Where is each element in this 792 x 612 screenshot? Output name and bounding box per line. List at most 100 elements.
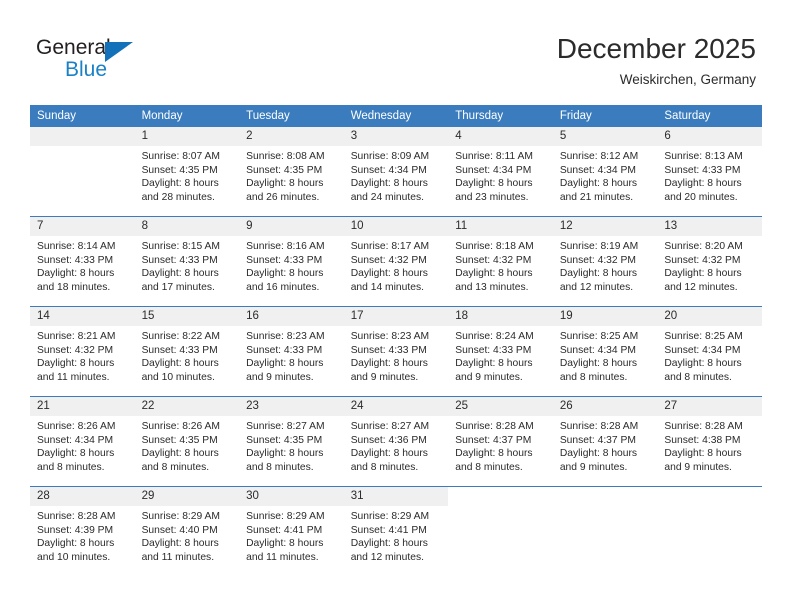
day-detail-line: Sunrise: 8:21 AM: [37, 331, 116, 342]
day-number: 22: [134, 397, 240, 416]
calendar-day-cell[interactable]: 18 Sunrise: 8:24 AM Sunset: 4:33 PM Dayligh…: [448, 306, 553, 397]
day-number: 10: [343, 217, 449, 236]
day-detail-line: Sunrise: 8:12 AM: [559, 151, 639, 162]
day-details: [448, 506, 553, 510]
day-detail-line: Sunset: 4:40 PM: [141, 524, 218, 536]
calendar-day-cell[interactable]: 24 Sunrise: 8:27 AM Sunset: 4:36 PM Dayligh…: [343, 396, 449, 487]
day-number: 29: [134, 487, 240, 506]
day-details: Sunrise: 8:08 AM Sunset: 4:35 PM Daylight:…: [239, 146, 344, 204]
day-detail-line: Sunrise: 8:20 AM: [664, 241, 743, 252]
day-number: 1: [134, 127, 240, 146]
calendar-day-cell[interactable]: 21 Sunrise: 8:26 AM Sunset: 4:34 PM Dayligh…: [30, 396, 135, 487]
calendar-day-cell[interactable]: 14 Sunrise: 8:21 AM Sunset: 4:32 PM Dayligh…: [30, 306, 135, 397]
day-detail-line: Daylight: 8 hours: [559, 358, 638, 370]
calendar-day-cell[interactable]: 31 Sunrise: 8:29 AM Sunset: 4:41 PM Dayligh…: [343, 486, 449, 576]
day-detail-line: Sunrise: 8:18 AM: [455, 241, 534, 252]
day-number: 7: [30, 217, 135, 236]
calendar-day-cell[interactable]: 23 Sunrise: 8:27 AM Sunset: 4:35 PM Dayligh…: [239, 396, 344, 487]
calendar-day-cell[interactable]: 20 Sunrise: 8:25 AM Sunset: 4:34 PM Dayligh…: [657, 306, 762, 397]
day-number: 25: [448, 397, 553, 416]
calendar-day-cell[interactable]: 22 Sunrise: 8:26 AM Sunset: 4:35 PM Dayligh…: [134, 396, 240, 487]
day-detail-line: Sunrise: 8:26 AM: [141, 421, 220, 432]
day-cell-inner: 16 Sunrise: 8:23 AM Sunset: 4:33 PM Dayligh…: [239, 307, 344, 396]
calendar-day-cell[interactable]: 26 Sunrise: 8:28 AM Sunset: 4:37 PM Dayligh…: [552, 396, 658, 487]
day-detail-line: Sunrise: 8:19 AM: [559, 241, 639, 252]
calendar-day-cell[interactable]: 10 Sunrise: 8:17 AM Sunset: 4:32 PM Dayligh…: [343, 216, 449, 307]
calendar-week-row: 1 Sunrise: 8:07 AM Sunset: 4:35 PM Daylight…: [30, 127, 762, 217]
day-detail-line: and 11 minutes.: [246, 551, 319, 563]
day-detail-line: Sunset: 4:34 PM: [559, 344, 636, 356]
day-detail-line: Sunrise: 8:29 AM: [246, 511, 325, 522]
day-detail-line: Daylight: 8 hours: [37, 538, 115, 550]
day-detail-line: and 9 minutes.: [246, 371, 314, 383]
day-detail-line: Sunset: 4:33 PM: [37, 254, 114, 266]
day-detail-line: Daylight: 8 hours: [455, 358, 533, 370]
day-number: 31: [343, 487, 449, 506]
calendar-day-cell-empty: [552, 486, 658, 576]
calendar-day-cell[interactable]: 9 Sunrise: 8:16 AM Sunset: 4:33 PM Daylight…: [239, 216, 344, 307]
day-cell-inner: 24 Sunrise: 8:27 AM Sunset: 4:36 PM Dayligh…: [343, 397, 449, 486]
day-detail-line: Daylight: 8 hours: [559, 448, 638, 460]
calendar-day-cell[interactable]: 27 Sunrise: 8:28 AM Sunset: 4:38 PM Dayligh…: [657, 396, 762, 487]
calendar-day-cell[interactable]: 8 Sunrise: 8:15 AM Sunset: 4:33 PM Daylight…: [134, 216, 240, 307]
day-detail-line: and 12 minutes.: [350, 551, 424, 563]
day-detail-line: Sunset: 4:32 PM: [664, 254, 741, 266]
general-blue-logo[interactable]: General Blue: [36, 36, 166, 86]
calendar-day-cell[interactable]: 3 Sunrise: 8:09 AM Sunset: 4:34 PM Daylight…: [343, 127, 449, 217]
calendar-day-cell[interactable]: 15 Sunrise: 8:22 AM Sunset: 4:33 PM Dayligh…: [134, 306, 240, 397]
day-details: Sunrise: 8:28 AM Sunset: 4:39 PM Daylight:…: [30, 506, 135, 564]
calendar-day-cell[interactable]: 2 Sunrise: 8:08 AM Sunset: 4:35 PM Daylight…: [239, 127, 344, 217]
day-detail-line: Sunset: 4:38 PM: [664, 434, 741, 446]
day-cell-inner: 20 Sunrise: 8:25 AM Sunset: 4:34 PM Dayligh…: [657, 307, 762, 396]
day-cell-inner: 23 Sunrise: 8:27 AM Sunset: 4:35 PM Dayligh…: [239, 397, 344, 486]
calendar-day-cell[interactable]: 29 Sunrise: 8:29 AM Sunset: 4:40 PM Dayligh…: [134, 486, 240, 576]
day-detail-line: and 23 minutes.: [455, 191, 529, 203]
location-subtitle: Weiskirchen, Germany: [619, 72, 756, 87]
day-number: 18: [448, 307, 553, 326]
day-details: Sunrise: 8:16 AM Sunset: 4:33 PM Daylight:…: [239, 236, 344, 294]
day-detail-line: and 9 minutes.: [559, 461, 628, 473]
calendar-day-cell[interactable]: 1 Sunrise: 8:07 AM Sunset: 4:35 PM Daylight…: [134, 127, 240, 217]
day-details: Sunrise: 8:26 AM Sunset: 4:34 PM Daylight:…: [30, 416, 135, 474]
day-number: 24: [343, 397, 449, 416]
calendar-day-cell[interactable]: 4 Sunrise: 8:11 AM Sunset: 4:34 PM Daylight…: [448, 127, 553, 217]
day-detail-line: Sunrise: 8:17 AM: [350, 241, 430, 252]
day-detail-line: Daylight: 8 hours: [141, 178, 219, 190]
day-details: Sunrise: 8:23 AM Sunset: 4:33 PM Daylight:…: [344, 326, 449, 384]
day-cell-inner: 31 Sunrise: 8:29 AM Sunset: 4:41 PM Dayligh…: [343, 487, 449, 576]
calendar-day-cell[interactable]: 11 Sunrise: 8:18 AM Sunset: 4:32 PM Dayligh…: [448, 216, 553, 307]
calendar-day-cell[interactable]: 28 Sunrise: 8:28 AM Sunset: 4:39 PM Dayligh…: [30, 486, 135, 576]
day-detail-line: Sunrise: 8:27 AM: [350, 421, 430, 432]
day-detail-line: Daylight: 8 hours: [350, 268, 428, 280]
calendar-day-cell[interactable]: 30 Sunrise: 8:29 AM Sunset: 4:41 PM Dayligh…: [239, 486, 344, 576]
day-cell-inner: 15 Sunrise: 8:22 AM Sunset: 4:33 PM Dayligh…: [134, 307, 240, 396]
day-detail-line: Daylight: 8 hours: [37, 268, 115, 280]
calendar-day-cell[interactable]: 7 Sunrise: 8:14 AM Sunset: 4:33 PM Daylight…: [30, 216, 135, 307]
day-detail-line: Sunset: 4:34 PM: [664, 344, 741, 356]
day-cell-inner: [552, 487, 658, 576]
day-details: Sunrise: 8:07 AM Sunset: 4:35 PM Daylight:…: [135, 146, 240, 204]
day-detail-line: Sunset: 4:33 PM: [350, 344, 427, 356]
day-cell-inner: 7 Sunrise: 8:14 AM Sunset: 4:33 PM Daylight…: [30, 217, 135, 306]
calendar-day-cell[interactable]: 13 Sunrise: 8:20 AM Sunset: 4:32 PM Dayligh…: [657, 216, 762, 307]
day-cell-inner: 22 Sunrise: 8:26 AM Sunset: 4:35 PM Dayligh…: [134, 397, 240, 486]
day-cell-inner: 18 Sunrise: 8:24 AM Sunset: 4:33 PM Dayligh…: [448, 307, 553, 396]
day-detail-line: Sunset: 4:34 PM: [350, 164, 427, 176]
day-details: [30, 146, 135, 150]
day-detail-line: Sunset: 4:41 PM: [246, 524, 323, 536]
calendar-day-cell[interactable]: 25 Sunrise: 8:28 AM Sunset: 4:37 PM Dayligh…: [448, 396, 553, 487]
calendar-day-cell[interactable]: 17 Sunrise: 8:23 AM Sunset: 4:33 PM Dayligh…: [343, 306, 449, 397]
calendar-day-cell[interactable]: 16 Sunrise: 8:23 AM Sunset: 4:33 PM Dayligh…: [239, 306, 344, 397]
calendar-day-cell[interactable]: 5 Sunrise: 8:12 AM Sunset: 4:34 PM Daylight…: [552, 127, 658, 217]
calendar-day-cell[interactable]: 12 Sunrise: 8:19 AM Sunset: 4:32 PM Dayligh…: [552, 216, 658, 307]
weekday-header-friday: Friday: [552, 105, 658, 127]
day-cell-inner: [30, 127, 135, 216]
day-detail-line: Sunset: 4:41 PM: [350, 524, 427, 536]
calendar-day-cell[interactable]: 6 Sunrise: 8:13 AM Sunset: 4:33 PM Daylight…: [657, 127, 762, 217]
day-detail-line: and 24 minutes.: [350, 191, 424, 203]
day-detail-line: Sunset: 4:34 PM: [559, 164, 636, 176]
calendar-week-row: 7 Sunrise: 8:14 AM Sunset: 4:33 PM Daylight…: [30, 216, 762, 307]
day-details: Sunrise: 8:26 AM Sunset: 4:35 PM Daylight:…: [135, 416, 240, 474]
day-cell-inner: 11 Sunrise: 8:18 AM Sunset: 4:32 PM Dayligh…: [448, 217, 553, 306]
calendar-day-cell[interactable]: 19 Sunrise: 8:25 AM Sunset: 4:34 PM Dayligh…: [552, 306, 658, 397]
